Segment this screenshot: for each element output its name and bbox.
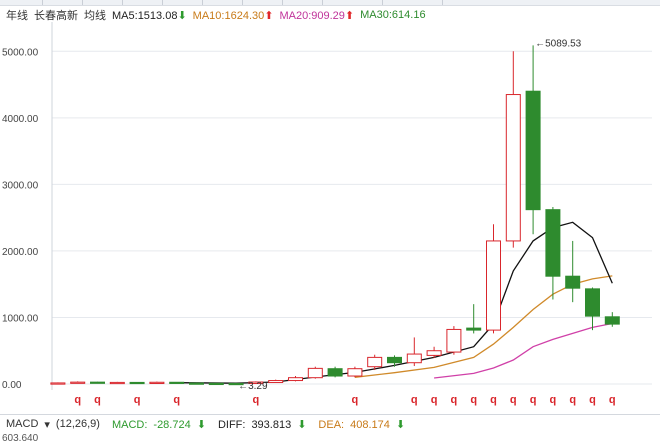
candle-body[interactable] — [90, 381, 105, 384]
candle-body[interactable] — [327, 368, 343, 377]
dea-label: DEA: — [318, 418, 345, 431]
candle[interactable] — [307, 366, 323, 379]
candle-body[interactable] — [50, 382, 66, 385]
macd-header: MACD ▾ (12,26,9) MACD: -28.724 ⬇ DIFF: 393.8… — [0, 414, 660, 433]
candle-body[interactable] — [149, 381, 165, 384]
candle-body[interactable] — [288, 377, 303, 382]
event-marker[interactable]: q — [74, 394, 81, 406]
event-marker[interactable]: q — [569, 394, 576, 406]
y-tick-label: 0.00 — [2, 380, 22, 391]
candle[interactable] — [70, 381, 86, 384]
dea-readout: DEA: 408.174 ⬇ — [312, 418, 405, 431]
candle[interactable] — [565, 240, 581, 303]
candle[interactable] — [327, 366, 343, 378]
candle-body[interactable] — [486, 240, 501, 331]
candle[interactable] — [347, 366, 363, 378]
grid — [52, 50, 652, 385]
y-tick-label: 4000.00 — [2, 114, 39, 125]
candle-body[interactable] — [208, 382, 224, 386]
candle[interactable] — [50, 382, 66, 385]
candle-body[interactable] — [347, 368, 363, 377]
candle[interactable] — [466, 304, 482, 334]
event-marker[interactable]: q — [530, 394, 537, 406]
candle[interactable] — [129, 381, 145, 385]
candle-body[interactable] — [367, 356, 383, 368]
event-marker[interactable]: q — [352, 394, 359, 406]
event-marker[interactable]: q — [609, 394, 616, 406]
candle[interactable] — [268, 379, 284, 384]
y-tick-label: 5000.00 — [2, 47, 39, 58]
event-marker[interactable]: q — [431, 394, 438, 406]
candle-body[interactable] — [268, 380, 284, 384]
diff-label: DIFF: — [217, 418, 246, 431]
diff-value: 393.813 — [251, 418, 292, 431]
candle-body[interactable] — [387, 356, 402, 364]
candle[interactable] — [288, 376, 303, 382]
candle[interactable] — [486, 224, 501, 334]
event-marker[interactable]: q — [550, 394, 557, 406]
event-marker[interactable]: q — [470, 394, 477, 406]
macd-label: MACD: — [111, 418, 148, 431]
candle-body[interactable] — [505, 94, 521, 242]
y-tick-label: 3000.00 — [2, 180, 39, 191]
event-marker[interactable]: q — [589, 394, 596, 406]
candle-body[interactable] — [585, 288, 600, 317]
price-annotation: ←5089.53 — [535, 38, 582, 49]
candlestick-chart[interactable]: 0.001000.002000.003000.004000.005000.00 … — [0, 0, 660, 412]
candle[interactable] — [109, 381, 125, 385]
candle[interactable] — [406, 337, 422, 367]
candle-body[interactable] — [406, 353, 422, 364]
candle-body[interactable] — [466, 327, 482, 331]
candle-body[interactable] — [109, 381, 125, 385]
candles[interactable] — [50, 45, 620, 386]
candle[interactable] — [505, 51, 521, 248]
arrow-down-icon: ⬇ — [297, 418, 307, 431]
candle-body[interactable] — [70, 381, 86, 384]
candle-body[interactable] — [525, 90, 541, 211]
macd-name[interactable]: MACD — [6, 418, 38, 430]
event-marker[interactable]: q — [510, 394, 517, 406]
y-tick-label: 2000.00 — [2, 247, 39, 258]
candle-body[interactable] — [565, 275, 581, 289]
event-marker[interactable]: q — [134, 394, 141, 406]
event-marker[interactable]: q — [490, 394, 497, 406]
event-marker[interactable]: q — [173, 394, 180, 406]
arrow-down-icon: ⬇ — [395, 418, 406, 431]
y-tick-label: 1000.00 — [2, 313, 39, 324]
price-annotation: ←3.29 — [238, 381, 268, 392]
candle-body[interactable] — [129, 381, 145, 385]
candle[interactable] — [604, 312, 620, 327]
event-marker[interactable]: q — [253, 394, 260, 406]
candle-body[interactable] — [169, 381, 185, 384]
candle[interactable] — [525, 45, 541, 235]
diff-readout: DIFF: 393.813 ⬇ — [212, 418, 306, 431]
dea-value: 408.174 — [350, 418, 390, 431]
macd-params: (12,26,9) — [55, 418, 100, 430]
candle[interactable] — [189, 382, 204, 385]
event-markers[interactable]: qqqqqqqqqqqqqqqqq — [74, 394, 615, 406]
candle[interactable] — [208, 382, 224, 386]
candle[interactable] — [169, 381, 185, 384]
candle-body[interactable] — [446, 328, 462, 353]
candle-body[interactable] — [545, 209, 561, 277]
candle[interactable] — [149, 381, 165, 384]
event-marker[interactable]: q — [411, 394, 418, 406]
event-marker[interactable]: q — [94, 394, 101, 406]
candle[interactable] — [446, 326, 462, 355]
macd-value: -28.724 — [153, 418, 191, 431]
candle-body[interactable] — [426, 350, 442, 356]
macd-readout: MACD: -28.724 ⬇ — [106, 418, 206, 431]
candle-body[interactable] — [604, 316, 620, 325]
candle[interactable] — [585, 287, 600, 331]
arrow-down-icon: ⬇ — [196, 418, 206, 431]
candle-body[interactable] — [307, 367, 323, 379]
candle[interactable] — [90, 381, 105, 384]
y-axis: 0.00 1000.00 2000.00 3000.00 4000.00 5000.00 — [2, 22, 53, 391]
candle[interactable] — [545, 207, 561, 300]
chevron-down-icon[interactable]: ▾ — [44, 418, 50, 431]
candle-body[interactable] — [189, 382, 204, 385]
event-marker[interactable]: q — [451, 394, 458, 406]
